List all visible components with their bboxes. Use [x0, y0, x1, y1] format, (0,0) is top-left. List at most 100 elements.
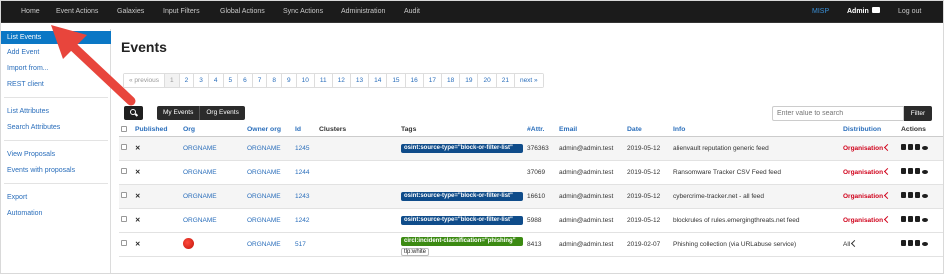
pagination-next[interactable]: next »	[514, 74, 543, 87]
owner-org-link[interactable]: ORGNAME	[245, 208, 293, 233]
owner-org-link[interactable]: ORGNAME	[245, 232, 293, 257]
col-owner-org[interactable]: Owner org	[245, 124, 293, 137]
nav-administration[interactable]: Administration	[341, 1, 385, 23]
pagination-page[interactable]: 9	[282, 74, 297, 87]
nav-audit[interactable]: Audit	[404, 1, 420, 23]
row-checkbox[interactable]	[119, 232, 133, 257]
pagination-page[interactable]: 19	[460, 74, 479, 87]
pagination-page[interactable]: 10	[296, 74, 315, 87]
edit-icon[interactable]	[908, 144, 913, 150]
logout-link[interactable]: Log out	[898, 1, 921, 23]
pagination-page[interactable]: 20	[478, 74, 497, 87]
org-link[interactable]: ORGNAME	[181, 208, 245, 233]
pagination-page[interactable]: 13	[350, 74, 370, 87]
quick-filter-button[interactable]	[124, 106, 143, 120]
my-events-button[interactable]: My Events	[157, 106, 199, 120]
pagination-page[interactable]: 16	[405, 74, 424, 87]
event-id-link[interactable]: 1242	[293, 208, 317, 233]
distribution-cell[interactable]: Organisation	[841, 160, 899, 185]
pagination-page[interactable]: 5	[223, 74, 239, 87]
owner-org-link[interactable]: ORGNAME	[245, 160, 293, 185]
col-date[interactable]: Date	[625, 124, 671, 137]
table-row[interactable]: ✕ ORGNAME ORGNAME 1243 osint:source-type…	[119, 184, 943, 209]
col-id[interactable]: Id	[293, 124, 317, 137]
nav-galaxies[interactable]: Galaxies	[117, 1, 144, 23]
row-checkbox[interactable]	[119, 136, 133, 161]
publish-icon[interactable]	[901, 240, 906, 246]
pagination-page[interactable]: 2	[179, 74, 195, 87]
select-all-checkbox[interactable]	[119, 124, 133, 137]
pagination-page-current[interactable]: 1	[165, 74, 180, 87]
sidebar-item-import[interactable]: Import from...	[1, 62, 111, 75]
mail-icon[interactable]	[871, 7, 880, 14]
pagination-page[interactable]: 6	[238, 74, 253, 87]
table-row[interactable]: ✕ ORGNAME ORGNAME 1242 osint:source-type…	[119, 208, 943, 233]
pagination-page[interactable]: 17	[423, 74, 443, 87]
pagination-previous[interactable]: « previous	[124, 74, 165, 87]
tag[interactable]: osint:source-type="block-or-filter-list"	[401, 191, 523, 201]
nav-home[interactable]: Home	[21, 1, 40, 23]
user-menu[interactable]: Admin	[847, 1, 880, 23]
event-id-link[interactable]: 1243	[293, 184, 317, 209]
pagination-page[interactable]: 11	[314, 74, 333, 87]
pagination-page[interactable]: 14	[369, 74, 388, 87]
org-link[interactable]: ORGNAME	[181, 136, 245, 161]
org-events-button[interactable]: Org Events	[199, 106, 245, 120]
row-checkbox[interactable]	[119, 160, 133, 185]
nav-input-filters[interactable]: Input Filters	[163, 1, 200, 23]
tag[interactable]: tlp:white	[401, 247, 430, 256]
sidebar-item-view-proposals[interactable]: View Proposals	[1, 148, 111, 161]
distribution-cell[interactable]: Organisation	[841, 184, 899, 209]
owner-org-link[interactable]: ORGNAME	[245, 184, 293, 209]
distribution-cell[interactable]: Organisation	[841, 208, 899, 233]
event-id-link[interactable]: 517	[293, 232, 317, 257]
pagination-page[interactable]: 7	[252, 74, 268, 87]
delete-icon[interactable]	[915, 168, 920, 174]
col-info[interactable]: Info	[671, 124, 841, 137]
row-checkbox[interactable]	[119, 184, 133, 209]
view-icon[interactable]	[922, 146, 928, 150]
tag[interactable]: osint:source-type="block-or-filter-list"	[401, 143, 523, 153]
sidebar-item-search-attributes[interactable]: Search Attributes	[1, 121, 111, 134]
delete-icon[interactable]	[915, 216, 920, 222]
distribution-cell[interactable]: Organisation	[841, 136, 899, 161]
pagination-page[interactable]: 18	[442, 74, 461, 87]
edit-icon[interactable]	[908, 192, 913, 198]
publish-icon[interactable]	[901, 192, 906, 198]
edit-icon[interactable]	[908, 216, 913, 222]
publish-icon[interactable]	[901, 216, 906, 222]
delete-icon[interactable]	[915, 144, 920, 150]
pagination-page[interactable]: 21	[496, 74, 515, 87]
edit-icon[interactable]	[908, 168, 913, 174]
pagination-page[interactable]: 15	[387, 74, 406, 87]
sidebar-item-rest-client[interactable]: REST client	[1, 78, 111, 91]
table-row[interactable]: ✕ ORGNAME ORGNAME 1245 osint:source-type…	[119, 136, 943, 161]
col-attr[interactable]: #Attr.	[525, 124, 557, 137]
event-id-link[interactable]: 1244	[293, 160, 317, 185]
search-input[interactable]	[772, 106, 904, 121]
org-link[interactable]: ORGNAME	[181, 160, 245, 185]
sidebar-item-automation[interactable]: Automation	[1, 207, 111, 220]
col-org[interactable]: Org	[181, 124, 245, 137]
sidebar-item-export[interactable]: Export	[1, 191, 111, 204]
misp-brand[interactable]: MISP	[812, 1, 829, 23]
nav-global-actions[interactable]: Global Actions	[220, 1, 265, 23]
pagination-page[interactable]: 4	[208, 74, 224, 87]
nav-event-actions[interactable]: Event Actions	[56, 1, 98, 23]
filter-button[interactable]: Filter	[904, 106, 932, 121]
sidebar-item-add-event[interactable]: Add Event	[1, 46, 111, 59]
tag[interactable]: osint:source-type="block-or-filter-list"	[401, 215, 523, 225]
event-id-link[interactable]: 1245	[293, 136, 317, 161]
view-icon[interactable]	[922, 242, 928, 246]
distribution-cell[interactable]: All	[841, 232, 899, 257]
delete-icon[interactable]	[915, 240, 920, 246]
edit-icon[interactable]	[908, 240, 913, 246]
col-published[interactable]: Published	[133, 124, 181, 137]
org-cell[interactable]	[181, 232, 245, 257]
owner-org-link[interactable]: ORGNAME	[245, 136, 293, 161]
col-distribution[interactable]: Distribution	[841, 124, 899, 137]
sidebar-item-list-events[interactable]: List Events	[1, 31, 111, 44]
pagination-page[interactable]: 12	[332, 74, 351, 87]
pagination-page[interactable]: 8	[267, 74, 282, 87]
pagination-page[interactable]: 3	[194, 74, 209, 87]
